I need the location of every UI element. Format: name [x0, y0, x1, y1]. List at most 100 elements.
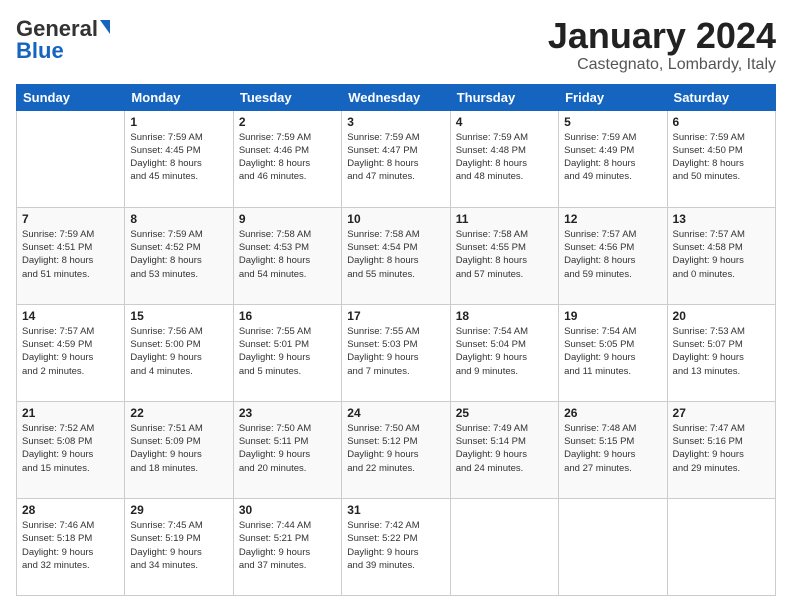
day-number: 21 — [22, 406, 119, 420]
calendar-cell: 30Sunrise: 7:44 AM Sunset: 5:21 PM Dayli… — [233, 498, 341, 595]
day-number: 19 — [564, 309, 661, 323]
day-number: 13 — [673, 212, 770, 226]
day-info: Sunrise: 7:57 AM Sunset: 4:59 PM Dayligh… — [22, 325, 119, 378]
day-number: 23 — [239, 406, 336, 420]
calendar-row-3: 21 Sunrise: 7:52 AM Sunset: 5:08 PM Dayli… — [17, 401, 776, 498]
title-block: January 2024 Castegnato, Lombardy, Italy — [548, 16, 776, 74]
day-number: 18 — [456, 309, 553, 323]
day-info: Sunrise: 7:54 AM Sunset: 5:04 PM Dayligh… — [456, 325, 553, 378]
day-info: Sunrise: 7:59 AM Sunset: 4:46 PM Dayligh… — [239, 131, 336, 184]
day-number: 11 — [456, 212, 553, 226]
day-info: Sunrise: 7:57 AM Sunset: 4:58 PM Dayligh… — [673, 228, 770, 281]
day-info: Sunrise: 7:59 AM Sunset: 4:49 PM Dayligh… — [564, 131, 661, 184]
day-number: 8 — [130, 212, 227, 226]
day-number: 9 — [239, 212, 336, 226]
calendar-cell — [17, 110, 125, 207]
month-title: January 2024 — [548, 16, 776, 56]
day-info: Sunrise: 7:56 AM Sunset: 5:00 PM Dayligh… — [130, 325, 227, 378]
day-info: Sunrise: 7:58 AM Sunset: 4:53 PM Dayligh… — [239, 228, 336, 281]
day-number: 26 — [564, 406, 661, 420]
calendar-cell: 7 Sunrise: 7:59 AM Sunset: 4:51 PM Daylig… — [17, 207, 125, 304]
calendar-cell: 6 Sunrise: 7:59 AM Sunset: 4:50 PM Daylig… — [667, 110, 775, 207]
calendar-cell: 19 Sunrise: 7:54 AM Sunset: 5:05 PM Dayli… — [559, 304, 667, 401]
calendar-cell — [450, 498, 558, 595]
calendar-cell: 25 Sunrise: 7:49 AM Sunset: 5:14 PM Dayli… — [450, 401, 558, 498]
day-info: Sunrise: 7:55 AM Sunset: 5:03 PM Dayligh… — [347, 325, 444, 378]
header-thursday: Thursday — [450, 84, 558, 110]
day-number: 31 — [347, 503, 444, 517]
day-number: 6 — [673, 115, 770, 129]
calendar-cell: 26 Sunrise: 7:48 AM Sunset: 5:15 PM Dayli… — [559, 401, 667, 498]
calendar-row-0: 1 Sunrise: 7:59 AM Sunset: 4:45 PM Daylig… — [17, 110, 776, 207]
day-info: Sunrise: 7:49 AM Sunset: 5:14 PM Dayligh… — [456, 422, 553, 475]
header-monday: Monday — [125, 84, 233, 110]
day-info: Sunrise: 7:42 AM Sunset: 5:22 PM Dayligh… — [347, 519, 444, 572]
day-number: 7 — [22, 212, 119, 226]
calendar-cell: 20 Sunrise: 7:53 AM Sunset: 5:07 PM Dayli… — [667, 304, 775, 401]
calendar-cell: 16 Sunrise: 7:55 AM Sunset: 5:01 PM Dayli… — [233, 304, 341, 401]
calendar-cell: 4Sunrise: 7:59 AM Sunset: 4:48 PM Daylig… — [450, 110, 558, 207]
day-info: Sunrise: 7:59 AM Sunset: 4:45 PM Dayligh… — [130, 131, 227, 184]
day-info: Sunrise: 7:45 AM Sunset: 5:19 PM Dayligh… — [130, 519, 227, 572]
day-number: 17 — [347, 309, 444, 323]
calendar-header-row: Sunday Monday Tuesday Wednesday Thursday… — [17, 84, 776, 110]
logo-blue: Blue — [16, 38, 64, 64]
day-number: 2 — [239, 115, 336, 129]
day-info: Sunrise: 7:59 AM Sunset: 4:50 PM Dayligh… — [673, 131, 770, 184]
header: General Blue January 2024 Castegnato, Lo… — [16, 16, 776, 74]
day-number: 28 — [22, 503, 119, 517]
calendar-cell: 23 Sunrise: 7:50 AM Sunset: 5:11 PM Dayli… — [233, 401, 341, 498]
calendar-cell: 24Sunrise: 7:50 AM Sunset: 5:12 PM Dayli… — [342, 401, 450, 498]
calendar-cell: 14Sunrise: 7:57 AM Sunset: 4:59 PM Dayli… — [17, 304, 125, 401]
day-number: 15 — [130, 309, 227, 323]
calendar-cell: 31 Sunrise: 7:42 AM Sunset: 5:22 PM Dayli… — [342, 498, 450, 595]
day-info: Sunrise: 7:48 AM Sunset: 5:15 PM Dayligh… — [564, 422, 661, 475]
day-info: Sunrise: 7:59 AM Sunset: 4:51 PM Dayligh… — [22, 228, 119, 281]
day-info: Sunrise: 7:47 AM Sunset: 5:16 PM Dayligh… — [673, 422, 770, 475]
logo: General Blue — [16, 16, 110, 64]
calendar-cell: 10Sunrise: 7:58 AM Sunset: 4:54 PM Dayli… — [342, 207, 450, 304]
day-info: Sunrise: 7:44 AM Sunset: 5:21 PM Dayligh… — [239, 519, 336, 572]
day-number: 20 — [673, 309, 770, 323]
day-number: 12 — [564, 212, 661, 226]
calendar-cell: 2 Sunrise: 7:59 AM Sunset: 4:46 PM Daylig… — [233, 110, 341, 207]
day-info: Sunrise: 7:59 AM Sunset: 4:52 PM Dayligh… — [130, 228, 227, 281]
calendar-cell: 29 Sunrise: 7:45 AM Sunset: 5:19 PM Dayli… — [125, 498, 233, 595]
day-number: 5 — [564, 115, 661, 129]
calendar-cell: 21 Sunrise: 7:52 AM Sunset: 5:08 PM Dayli… — [17, 401, 125, 498]
calendar-cell — [559, 498, 667, 595]
calendar-cell: 22Sunrise: 7:51 AM Sunset: 5:09 PM Dayli… — [125, 401, 233, 498]
calendar-cell: 18 Sunrise: 7:54 AM Sunset: 5:04 PM Dayli… — [450, 304, 558, 401]
calendar-row-2: 14Sunrise: 7:57 AM Sunset: 4:59 PM Dayli… — [17, 304, 776, 401]
calendar-cell: 9 Sunrise: 7:58 AM Sunset: 4:53 PM Daylig… — [233, 207, 341, 304]
calendar-row-1: 7 Sunrise: 7:59 AM Sunset: 4:51 PM Daylig… — [17, 207, 776, 304]
day-info: Sunrise: 7:51 AM Sunset: 5:09 PM Dayligh… — [130, 422, 227, 475]
header-wednesday: Wednesday — [342, 84, 450, 110]
day-number: 25 — [456, 406, 553, 420]
calendar-cell: 17 Sunrise: 7:55 AM Sunset: 5:03 PM Dayli… — [342, 304, 450, 401]
day-number: 27 — [673, 406, 770, 420]
day-number: 1 — [130, 115, 227, 129]
day-info: Sunrise: 7:50 AM Sunset: 5:11 PM Dayligh… — [239, 422, 336, 475]
calendar-cell: 8 Sunrise: 7:59 AM Sunset: 4:52 PM Daylig… — [125, 207, 233, 304]
day-info: Sunrise: 7:54 AM Sunset: 5:05 PM Dayligh… — [564, 325, 661, 378]
calendar-cell: 5 Sunrise: 7:59 AM Sunset: 4:49 PM Daylig… — [559, 110, 667, 207]
calendar-cell: 1 Sunrise: 7:59 AM Sunset: 4:45 PM Daylig… — [125, 110, 233, 207]
calendar-cell: 27 Sunrise: 7:47 AM Sunset: 5:16 PM Dayli… — [667, 401, 775, 498]
day-info: Sunrise: 7:58 AM Sunset: 4:55 PM Dayligh… — [456, 228, 553, 281]
day-number: 10 — [347, 212, 444, 226]
day-number: 3 — [347, 115, 444, 129]
day-number: 4 — [456, 115, 553, 129]
day-number: 29 — [130, 503, 227, 517]
day-info: Sunrise: 7:59 AM Sunset: 4:47 PM Dayligh… — [347, 131, 444, 184]
calendar-row-4: 28Sunrise: 7:46 AM Sunset: 5:18 PM Dayli… — [17, 498, 776, 595]
calendar-cell: 15 Sunrise: 7:56 AM Sunset: 5:00 PM Dayli… — [125, 304, 233, 401]
calendar-table: Sunday Monday Tuesday Wednesday Thursday… — [16, 84, 776, 596]
calendar-cell: 28Sunrise: 7:46 AM Sunset: 5:18 PM Dayli… — [17, 498, 125, 595]
day-info: Sunrise: 7:52 AM Sunset: 5:08 PM Dayligh… — [22, 422, 119, 475]
day-number: 16 — [239, 309, 336, 323]
day-info: Sunrise: 7:55 AM Sunset: 5:01 PM Dayligh… — [239, 325, 336, 378]
day-info: Sunrise: 7:53 AM Sunset: 5:07 PM Dayligh… — [673, 325, 770, 378]
header-saturday: Saturday — [667, 84, 775, 110]
day-info: Sunrise: 7:50 AM Sunset: 5:12 PM Dayligh… — [347, 422, 444, 475]
